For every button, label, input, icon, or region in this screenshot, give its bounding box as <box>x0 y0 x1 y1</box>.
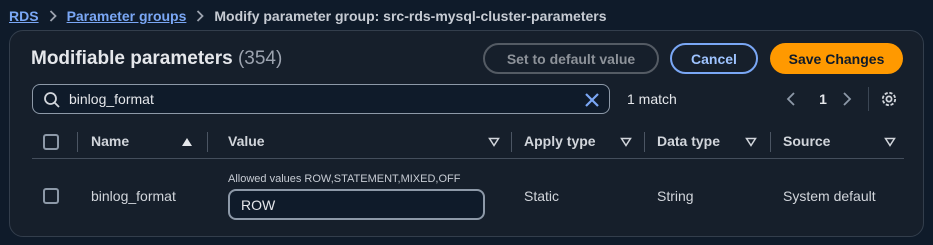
parameter-value-input[interactable] <box>228 189 485 220</box>
panel-title-text: Modifiable parameters <box>31 48 233 69</box>
clear-search-icon[interactable] <box>583 91 601 109</box>
search-field[interactable] <box>32 84 610 114</box>
data-type-value: String <box>657 188 694 204</box>
select-all-checkbox[interactable] <box>43 134 59 150</box>
parameter-count: (354) <box>237 48 283 69</box>
column-header-name[interactable]: Name <box>91 133 129 149</box>
source-value: System default <box>783 188 876 204</box>
column-header-data-type[interactable]: Data type <box>657 133 720 149</box>
search-input[interactable] <box>69 89 569 109</box>
search-icon <box>44 92 60 108</box>
save-changes-button[interactable]: Save Changes <box>770 43 903 74</box>
sort-icon[interactable] <box>884 137 896 147</box>
column-divider <box>511 132 512 152</box>
sort-icon[interactable] <box>745 137 757 147</box>
column-header-value[interactable]: Value <box>228 133 265 149</box>
current-page-number[interactable]: 1 <box>816 89 830 109</box>
sort-icon[interactable] <box>488 137 500 147</box>
table-header: Name Value Apply type Data type Source <box>32 127 904 159</box>
column-divider <box>77 132 78 152</box>
column-divider <box>644 132 645 152</box>
breadcrumb-rds-link[interactable]: RDS <box>9 8 39 24</box>
column-divider <box>207 132 208 152</box>
set-default-value-button[interactable]: Set to default value <box>483 43 659 74</box>
parameter-name: binlog_format <box>91 188 176 204</box>
chevron-right-icon <box>49 10 57 22</box>
previous-page-icon[interactable] <box>786 89 800 109</box>
modifiable-parameters-panel: Modifiable parameters (354) Set to defau… <box>9 30 924 237</box>
table-row[interactable]: binlog_format Allowed values ROW,STATEME… <box>32 160 904 230</box>
next-page-icon[interactable] <box>842 89 856 109</box>
sort-icon[interactable] <box>620 137 632 147</box>
panel-title: Modifiable parameters (354) <box>31 48 282 70</box>
breadcrumb-parameter-groups-link[interactable]: Parameter groups <box>67 8 187 24</box>
breadcrumb-current-page: Modify parameter group: src-rds-mysql-cl… <box>214 8 607 24</box>
allowed-values-label: Allowed values ROW,STATEMENT,MIXED,OFF <box>228 173 461 185</box>
pager-divider <box>868 87 869 111</box>
chevron-right-icon <box>196 10 205 22</box>
column-header-source[interactable]: Source <box>783 133 830 149</box>
breadcrumb: RDS Parameter groups Modify parameter gr… <box>9 6 607 26</box>
sort-ascending-icon[interactable] <box>181 137 193 147</box>
column-divider <box>770 132 771 152</box>
row-checkbox[interactable] <box>43 188 59 204</box>
gear-icon[interactable] <box>879 89 899 109</box>
apply-type-value: Static <box>524 188 560 204</box>
column-header-apply-type[interactable]: Apply type <box>524 133 596 149</box>
cancel-button[interactable]: Cancel <box>670 43 758 74</box>
match-count: 1 match <box>627 91 677 107</box>
